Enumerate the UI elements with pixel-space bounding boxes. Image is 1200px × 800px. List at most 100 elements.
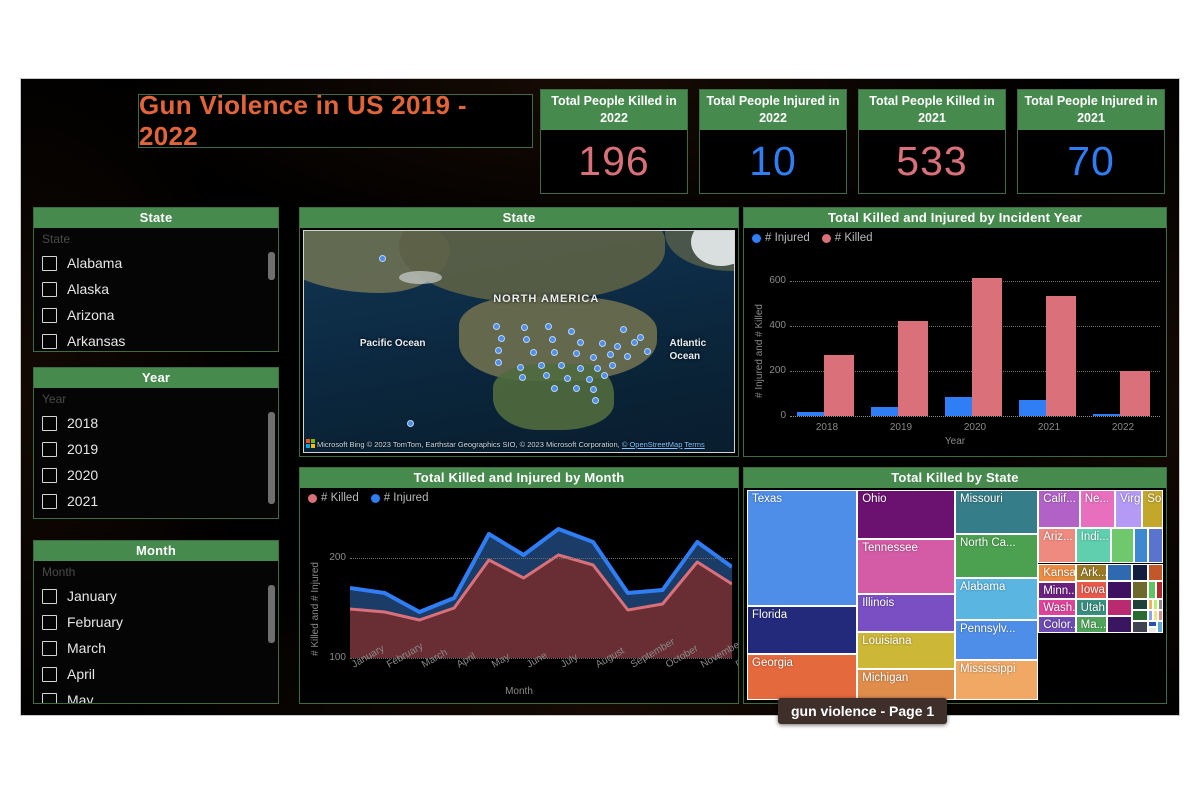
map-point[interactable] <box>521 323 529 331</box>
treemap-tile[interactable] <box>1133 527 1149 564</box>
slicer-option-alaska[interactable]: Alaska <box>42 276 270 302</box>
treemap-tile[interactable]: Ohio <box>857 490 955 540</box>
treemap-tile[interactable] <box>1148 626 1157 633</box>
checkbox-icon[interactable] <box>42 255 57 271</box>
treemap-tile[interactable] <box>1131 599 1149 610</box>
chart-year-legend[interactable]: # Injured # Killed <box>752 232 872 244</box>
treemap-tile[interactable] <box>1111 527 1134 564</box>
map-point[interactable] <box>620 326 628 334</box>
slicer-option-april[interactable]: April <box>42 661 270 687</box>
treemap-tile[interactable] <box>1148 563 1163 582</box>
legend-item-injured[interactable]: # Injured <box>752 232 810 244</box>
checkbox-icon[interactable] <box>42 415 57 431</box>
map-point[interactable] <box>564 374 572 382</box>
map-point[interactable] <box>497 334 505 342</box>
checkbox-icon[interactable] <box>42 588 57 604</box>
openstreetmap-link[interactable]: © OpenStreetMap <box>622 440 683 449</box>
slicer-year-list[interactable]: 2018 2019 2020 2021 2022 <box>34 410 278 518</box>
treemap-tile[interactable] <box>1131 621 1149 633</box>
legend-item-killed[interactable]: # Killed <box>821 232 872 244</box>
legend-item-injured[interactable]: # Injured <box>370 492 428 504</box>
map-point[interactable] <box>613 342 621 350</box>
map-point[interactable] <box>585 375 593 383</box>
checkbox-icon[interactable] <box>42 666 57 682</box>
chart-killed-injured-by-year[interactable]: Total Killed and Injured by Incident Yea… <box>743 207 1167 457</box>
treemap-tile[interactable]: Iowa <box>1075 581 1107 600</box>
bar-injured[interactable] <box>1019 399 1049 416</box>
slicer-year[interactable]: Year Year 2018 2019 2020 2021 <box>33 367 279 519</box>
bar-killed[interactable] <box>972 278 1002 416</box>
treemap-tile[interactable]: Texas <box>747 490 858 606</box>
treemap-tile[interactable]: Indi... <box>1075 527 1111 564</box>
kpi-card-injured-2021[interactable]: Total People Injured in 2021 70 <box>1017 89 1165 194</box>
slicer-state-scrollbar[interactable] <box>268 252 275 280</box>
map-point[interactable] <box>529 349 537 357</box>
slicer-month-list[interactable]: January February March April May <box>34 583 278 703</box>
map-point[interactable] <box>592 396 600 404</box>
treemap-surface[interactable]: Texas Florida Georgia Ohio Tennessee Illinois… <box>747 490 1163 700</box>
chart-killed-injured-by-month[interactable]: Total Killed and Injured by Month # Kill… <box>299 467 739 704</box>
map-point[interactable] <box>577 364 585 372</box>
treemap-tile[interactable]: Ne... <box>1079 490 1116 528</box>
treemap-tile[interactable]: Virg... <box>1115 490 1143 528</box>
map-point[interactable] <box>516 363 524 371</box>
treemap-tile[interactable]: Georgia <box>747 653 858 700</box>
treemap-tile[interactable]: Louisiana <box>857 631 955 669</box>
slicer-option-2021[interactable]: 2021 <box>42 488 270 514</box>
chart-month-legend[interactable]: # Killed # Injured <box>308 492 428 504</box>
slicer-option-may[interactable]: May <box>42 687 270 703</box>
terms-link[interactable]: Terms <box>684 440 704 449</box>
treemap-tile[interactable]: Pennsylv... <box>955 620 1039 661</box>
checkbox-icon[interactable] <box>42 441 57 457</box>
slicer-year-scrollbar[interactable] <box>268 412 275 504</box>
map-point[interactable] <box>594 364 602 372</box>
checkbox-icon[interactable] <box>42 307 57 323</box>
slicer-month[interactable]: Month Month January February March April… <box>33 540 279 704</box>
map-visual[interactable]: State NORTH AMERICA Pacific Ocean Atlant… <box>299 207 739 457</box>
checkbox-icon[interactable] <box>42 614 57 630</box>
kpi-card-killed-2022[interactable]: Total People Killed in 2022 196 <box>540 89 688 194</box>
checkbox-icon[interactable] <box>42 493 57 509</box>
treemap-tile[interactable] <box>1131 581 1149 600</box>
slicer-option-january[interactable]: January <box>42 583 270 609</box>
treemap-tile[interactable]: Alabama <box>955 578 1039 621</box>
checkbox-icon[interactable] <box>42 640 57 656</box>
slicer-state-list[interactable]: Alabama Alaska Arizona Arkansas <box>34 250 278 351</box>
map-point[interactable] <box>544 322 552 330</box>
treemap-tile[interactable]: So... <box>1142 490 1163 528</box>
treemap-tile[interactable] <box>1106 599 1132 616</box>
treemap-tile[interactable]: Tennessee <box>857 539 955 594</box>
slicer-option-2018[interactable]: 2018 <box>42 410 270 436</box>
treemap-tile[interactable] <box>1148 581 1156 600</box>
map-point[interactable] <box>572 384 580 392</box>
treemap-tile[interactable]: Michigan <box>857 668 955 700</box>
map-point[interactable] <box>637 333 645 341</box>
map-point[interactable] <box>589 385 597 393</box>
map-point[interactable] <box>551 384 559 392</box>
kpi-card-injured-2022[interactable]: Total People Injured in 2022 10 <box>699 89 847 194</box>
slicer-option-2019[interactable]: 2019 <box>42 436 270 462</box>
slicer-option-february[interactable]: February <box>42 609 270 635</box>
kpi-card-killed-2021[interactable]: Total People Killed in 2021 533 <box>858 89 1006 194</box>
checkbox-icon[interactable] <box>42 467 57 483</box>
treemap-tile[interactable] <box>1148 527 1163 564</box>
treemap-tile[interactable] <box>1106 563 1132 582</box>
bar-killed[interactable] <box>824 355 854 416</box>
treemap-tile[interactable] <box>1158 609 1163 622</box>
treemap-tile[interactable]: Utah <box>1075 599 1107 616</box>
treemap-tile[interactable]: North Ca... <box>955 534 1039 579</box>
treemap-tile[interactable]: Florida <box>747 605 858 654</box>
map-point[interactable] <box>549 335 557 343</box>
treemap-tile[interactable] <box>1131 609 1149 622</box>
checkbox-icon[interactable] <box>42 692 57 703</box>
slicer-option-2020[interactable]: 2020 <box>42 462 270 488</box>
chart-killed-by-state[interactable]: Total Killed by State Texas Florida Georgi… <box>743 467 1167 704</box>
slicer-option-arizona[interactable]: Arizona <box>42 302 270 328</box>
bar-killed[interactable] <box>1046 296 1076 416</box>
checkbox-icon[interactable] <box>42 333 57 349</box>
map-point[interactable] <box>589 353 597 361</box>
slicer-month-scrollbar[interactable] <box>268 585 275 643</box>
treemap-tile[interactable] <box>1106 581 1132 600</box>
treemap-tile[interactable] <box>1155 581 1163 600</box>
treemap-tile[interactable]: Ma... <box>1075 616 1107 633</box>
